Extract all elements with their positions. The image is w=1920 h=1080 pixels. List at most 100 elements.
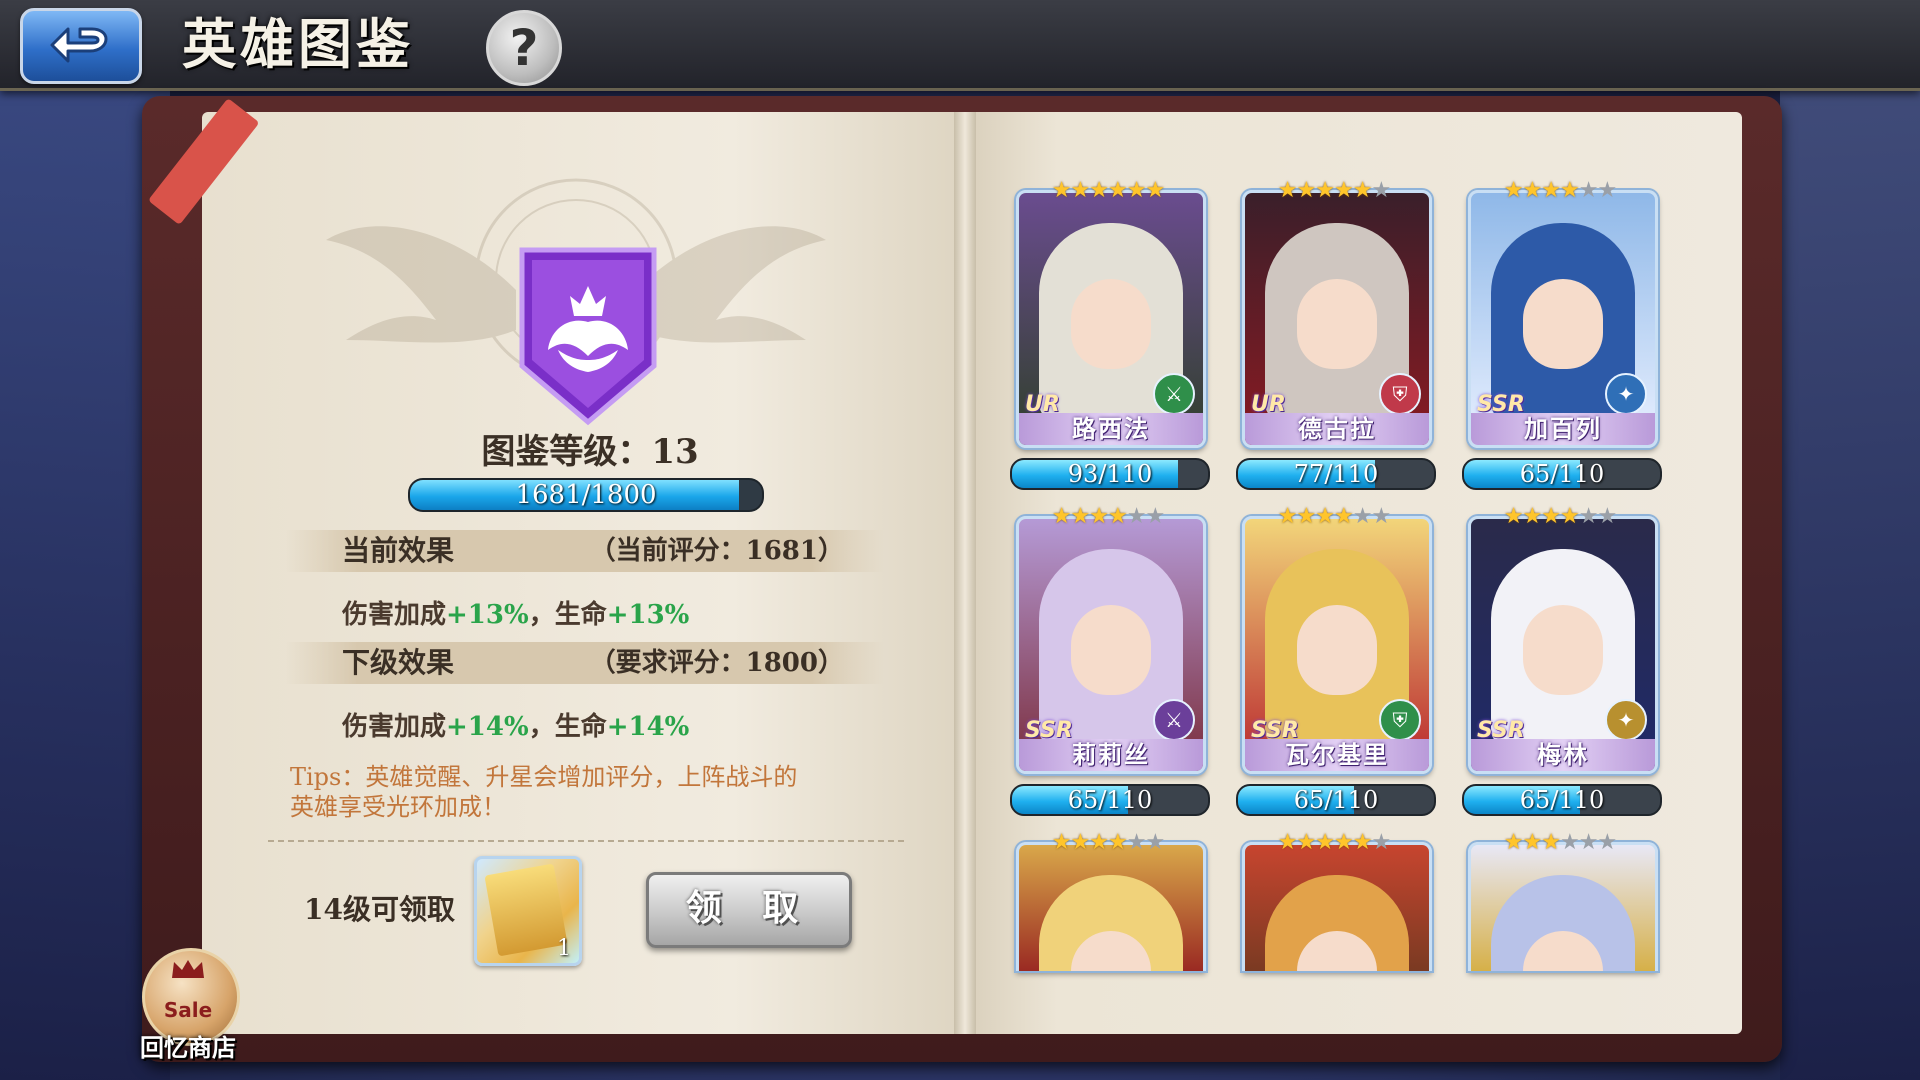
star-icon: ★	[1108, 830, 1128, 855]
tips-line-1: Tips：英雄觉醒、升星会增加评分，上阵战斗的	[290, 763, 798, 791]
star-rating: ★★★★★★	[1016, 830, 1200, 855]
star-icon: ★	[1352, 178, 1373, 203]
codex-progress-bar: 1681/1800	[408, 478, 764, 512]
star-icon: ★	[1352, 830, 1373, 855]
sword-icon: ⚔	[1153, 699, 1195, 741]
star-icon: ★	[1578, 504, 1599, 529]
current-damage-label: 伤害加成	[342, 600, 447, 630]
hero-name: 加百列	[1471, 413, 1655, 445]
hero-portrait	[1242, 842, 1432, 971]
hero-name: 梅林	[1471, 739, 1655, 771]
hero-portrait: UR ⛨ 德古拉	[1242, 190, 1432, 448]
star-rating: ★★★★★★	[1016, 504, 1200, 529]
hero-card[interactable]: ★★★★★★ SSR ✦ 梅林 65/110	[1462, 504, 1662, 816]
current-hp-label: 生命	[554, 600, 607, 630]
star-rating: ★★★★★★	[1016, 178, 1200, 203]
hero-card[interactable]: ★★★★★★ UR ⚔ 路西法 93/110	[1010, 178, 1210, 490]
next-separator: ，	[528, 712, 555, 742]
hero-art	[1471, 845, 1655, 971]
star-icon: ★	[1145, 504, 1165, 529]
fragment-progress-bar: 65/110	[1462, 784, 1662, 816]
current-effect-label: 当前效果	[342, 534, 455, 567]
fragment-count: 65/110	[1067, 786, 1153, 814]
star-icon: ★	[1371, 504, 1391, 529]
crown-icon	[172, 960, 204, 978]
claim-button[interactable]: 领 取	[646, 872, 852, 948]
fragment-count: 77/110	[1293, 460, 1379, 488]
star-icon: ★	[1522, 504, 1543, 529]
star-icon: ★	[1070, 504, 1091, 529]
back-button[interactable]	[20, 8, 142, 84]
sale-text: Sale	[163, 998, 213, 1022]
star-icon: ★	[1145, 830, 1165, 855]
star-icon: ★	[1503, 830, 1524, 855]
star-icon: ★	[1070, 178, 1091, 203]
reward-item[interactable]: 1	[474, 856, 582, 966]
fragment-count: 65/110	[1519, 460, 1605, 488]
reward-label: 14级可领取	[304, 893, 455, 926]
hero-portrait: SSR ⚔ 莉莉丝	[1016, 516, 1206, 774]
hero-portrait: SSR ⛨ 瓦尔基里	[1242, 516, 1432, 774]
hero-name: 莉莉丝	[1019, 739, 1203, 771]
star-rating: ★★★★★★	[1468, 504, 1652, 529]
fragment-progress-bar: 77/110	[1236, 458, 1436, 490]
hero-card[interactable]: ★★★★★★	[1468, 830, 1658, 971]
memory-shop-button[interactable]: Sale 回忆商店	[128, 948, 248, 1062]
hero-card[interactable]: ★★★★★★	[1016, 830, 1206, 971]
fragment-progress-bar: 65/110	[1236, 784, 1436, 816]
star-icon: ★	[1070, 830, 1091, 855]
codex-progress-text: 1681/1800	[515, 480, 657, 510]
hero-portrait: UR ⚔ 路西法	[1016, 190, 1206, 448]
star-icon: ★	[1277, 830, 1298, 855]
star-icon: ★	[1597, 178, 1617, 203]
hero-card[interactable]: ★★★★★★ SSR ✦ 加百列 65/110	[1462, 178, 1662, 490]
star-rating: ★★★★★★	[1242, 504, 1426, 529]
star-icon: ★	[1277, 178, 1298, 203]
hero-face	[1071, 605, 1151, 695]
star-icon: ★	[1541, 830, 1561, 855]
fragment-count: 65/110	[1519, 786, 1605, 814]
top-bar: 英雄图鉴 ?	[0, 0, 1920, 91]
fragment-progress-bar: 93/110	[1010, 458, 1210, 490]
page-title: 英雄图鉴	[182, 12, 414, 76]
hero-art	[1245, 845, 1429, 971]
star-icon: ★	[1277, 504, 1298, 529]
star-rating: ★★★★★★	[1468, 830, 1652, 855]
star-icon: ★	[1051, 504, 1072, 529]
star-icon: ★	[1503, 178, 1524, 203]
star-icon: ★	[1126, 178, 1147, 203]
star-icon: ★	[1371, 178, 1391, 203]
hero-card[interactable]: ★★★★★★	[1242, 830, 1432, 971]
hero-card[interactable]: ★★★★★★ SSR ⛨ 瓦尔基里 65/110	[1236, 504, 1436, 816]
star-icon: ★	[1578, 830, 1599, 855]
star-icon: ★	[1126, 504, 1147, 529]
star-icon: ★	[1089, 504, 1109, 529]
codex-emblem-icon	[519, 247, 657, 426]
current-effect-text: 伤害加成+13%，生命+13%	[342, 594, 689, 631]
hero-face	[1297, 605, 1377, 695]
star-rating: ★★★★★★	[1242, 178, 1426, 203]
star-icon: ★	[1296, 504, 1317, 529]
reward-count: 1	[557, 936, 571, 961]
star-icon: ★	[1578, 178, 1599, 203]
star-icon: ★	[1108, 178, 1128, 203]
hero-portrait	[1468, 842, 1658, 971]
star-rating: ★★★★★★	[1242, 830, 1426, 855]
star-icon: ★	[1371, 830, 1391, 855]
next-hp-label: 生命	[554, 712, 607, 742]
hero-name: 路西法	[1019, 413, 1203, 445]
help-button[interactable]: ?	[486, 10, 562, 86]
star-icon: ★	[1522, 830, 1543, 855]
tips-line-2: 英雄享受光环加成！	[290, 793, 506, 821]
shield-icon: ⛨	[1379, 373, 1421, 415]
current-score: （当前评分：1681）	[589, 536, 844, 566]
star-icon: ★	[1503, 504, 1524, 529]
star-rating: ★★★★★★	[1468, 178, 1652, 203]
staff-icon: ✦	[1605, 373, 1647, 415]
current-effect-header: 当前效果 （当前评分：1681）	[286, 530, 884, 572]
tips-text: Tips：英雄觉醒、升星会增加评分，上阵战斗的 英雄享受光环加成！	[290, 762, 890, 822]
hero-card[interactable]: ★★★★★★ UR ⛨ 德古拉 77/110	[1236, 178, 1436, 490]
hero-card[interactable]: ★★★★★★ SSR ⚔ 莉莉丝 65/110	[1010, 504, 1210, 816]
current-damage-value: +13%	[446, 600, 529, 630]
star-icon: ★	[1315, 504, 1335, 529]
